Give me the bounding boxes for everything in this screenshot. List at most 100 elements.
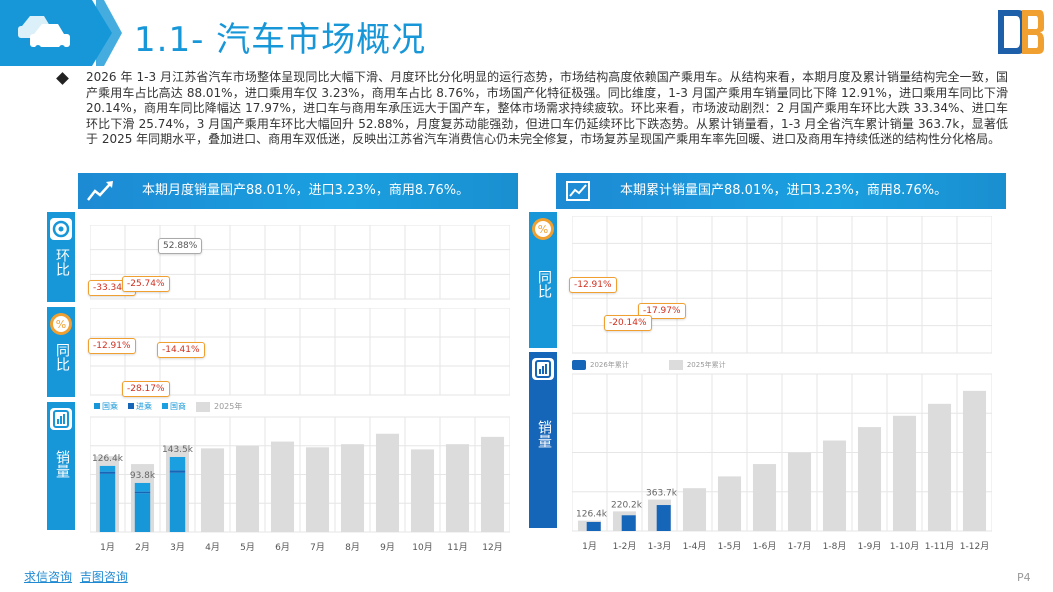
right-yoy-callout-2: -20.14% — [604, 315, 652, 331]
footer-links: 求信咨询 吉图咨询 — [24, 568, 132, 585]
right-panel-header-text: 本期累计销量国产88.01%，进口3.23%，商用8.76%。 — [620, 183, 948, 198]
x-tick-label: 1-9月 — [858, 541, 882, 552]
bar-国乘 — [134, 493, 151, 532]
x-tick-label: 1-3月 — [648, 541, 672, 552]
bar-data-label: 93.8k — [130, 471, 156, 481]
svg-text:%: % — [538, 223, 548, 236]
bar-prior-year — [892, 415, 917, 531]
page-title: 1.1- 汽车市场概况 — [134, 20, 427, 60]
bar-国乘 — [169, 472, 186, 532]
right-side-yoy-label: 同比 — [536, 270, 552, 298]
x-tick-label: 7月 — [310, 542, 325, 553]
bar-prior-year — [752, 464, 777, 531]
x-tick-label: 2月 — [135, 542, 150, 553]
car-icon — [18, 16, 70, 51]
right-legend: 2026年累计 2025年累计 — [572, 360, 726, 370]
bar-current — [656, 505, 671, 531]
footer-link-qiuxin[interactable]: 求信咨询 — [24, 570, 72, 584]
percent-icon: % — [50, 313, 72, 335]
bar-prior-year — [857, 427, 882, 531]
title-banner-accent — [96, 0, 122, 66]
bar-current — [586, 521, 601, 531]
brand-logo-icon — [998, 10, 1044, 54]
bar-data-label: 126.4k — [92, 454, 124, 464]
x-tick-label: 1-10月 — [890, 541, 919, 552]
side-sales: 销量 — [47, 402, 75, 530]
bar-data-label: 363.7k — [646, 489, 678, 499]
bar-prior-year — [445, 444, 470, 532]
left-monthly-bar-chart: 126.4k 1月 93.8k 2月 143.5k 3月 4月 5月 6月 7月 8月 9月 10月 11… — [90, 416, 510, 553]
footer-link-jitu[interactable]: 吉图咨询 — [80, 570, 128, 584]
right-yoy-callout-1: -12.91% — [569, 277, 617, 293]
x-tick-label: 1-6月 — [753, 541, 777, 552]
legend-item: 2025年累计 — [668, 360, 726, 370]
side-sales-label: 销量 — [54, 450, 70, 478]
bar-prior-year — [682, 488, 707, 531]
x-tick-label: 12月 — [482, 542, 502, 553]
x-tick-label: 11月 — [447, 542, 467, 553]
x-tick-label: 1-5月 — [718, 541, 742, 552]
mom-callout-3: 52.88% — [158, 238, 203, 254]
legend-item: 国乘 — [94, 401, 118, 412]
bar-prior-year — [270, 441, 295, 532]
yoy-callout-3: -28.17% — [122, 381, 170, 397]
mom-callout-2: -25.74% — [122, 276, 170, 292]
x-tick-label: 1月 — [582, 541, 597, 552]
right-side-sales-label: 销量 — [536, 420, 552, 448]
line-chart-icon — [566, 181, 590, 201]
x-tick-label: 10月 — [412, 542, 432, 553]
side-yoy: % 同比 — [47, 307, 75, 397]
x-tick-label: 4月 — [205, 542, 220, 553]
x-tick-label: 6月 — [275, 542, 290, 553]
x-tick-label: 1-11月 — [925, 541, 954, 552]
x-tick-label: 1-4月 — [683, 541, 707, 552]
bar-prior-year — [410, 449, 435, 532]
yoy-callout-1: -12.91% — [88, 338, 136, 354]
bar-chart-icon — [532, 358, 554, 380]
x-tick-label: 1月 — [100, 542, 115, 553]
legend-item: 进乘 — [128, 401, 152, 412]
bar-prior-year — [375, 433, 400, 532]
page-number: P4 — [1017, 571, 1031, 584]
x-tick-label: 1-12月 — [960, 541, 989, 552]
bar-进乘 — [99, 471, 116, 474]
left-panel-header-text: 本期月度销量国产88.01%，进口3.23%，商用8.76%。 — [142, 183, 470, 198]
side-mom-label: 环比 — [54, 248, 70, 276]
bar-prior-year — [822, 440, 847, 531]
bar-prior-year — [787, 452, 812, 531]
right-yoy-grid — [572, 216, 992, 354]
right-side-sales: 销量 — [529, 352, 557, 528]
bar-国商 — [134, 482, 151, 492]
bar-prior-year — [717, 476, 742, 531]
bar-prior-year — [480, 436, 505, 532]
percent-icon: % — [532, 218, 554, 240]
bar-进乘 — [134, 491, 151, 494]
legend-item: 国商 — [162, 401, 186, 412]
right-panel-header: 本期累计销量国产88.01%，进口3.23%，商用8.76%。 — [556, 173, 1006, 209]
trend-up-icon — [87, 181, 113, 201]
summary: 2026 年 1-3 月江苏省汽车市场整体呈现同比大幅下滑、月度环比分化明显的运… — [58, 70, 1008, 148]
x-tick-label: 1-7月 — [788, 541, 812, 552]
left-legend: 国乘 进乘 国商 2025年 — [94, 401, 242, 412]
bar-prior-year — [200, 448, 225, 532]
bar-prior-year — [340, 444, 365, 532]
bar-data-label: 126.4k — [576, 510, 608, 520]
bar-data-label: 143.5k — [162, 445, 194, 455]
bar-进乘 — [169, 470, 186, 473]
x-tick-label: 1-8月 — [823, 541, 847, 552]
side-yoy-label: 同比 — [54, 343, 70, 371]
bar-chart-icon — [50, 408, 72, 430]
right-side-yoy: % 同比 — [529, 212, 557, 348]
x-tick-label: 1-2月 — [613, 541, 637, 552]
bar-prior-year — [305, 447, 330, 532]
x-tick-label: 5月 — [240, 542, 255, 553]
x-tick-label: 8月 — [345, 542, 360, 553]
legend-item: 2026年累计 — [572, 360, 629, 370]
right-cumulative-bar-chart: 126.4k 1月 220.2k 1-2月 363.7k 1-3月 1-4月 1-5月 1-6月… — [572, 373, 992, 552]
yoy-callout-2: -14.41% — [157, 342, 205, 358]
left-panel-header: 本期月度销量国产88.01%，进口3.23%，商用8.76%。 — [78, 173, 518, 209]
bar-国商 — [169, 456, 186, 471]
side-mom: 环比 — [47, 212, 75, 302]
bar-prior-year — [235, 445, 260, 532]
bar-current — [621, 515, 636, 531]
